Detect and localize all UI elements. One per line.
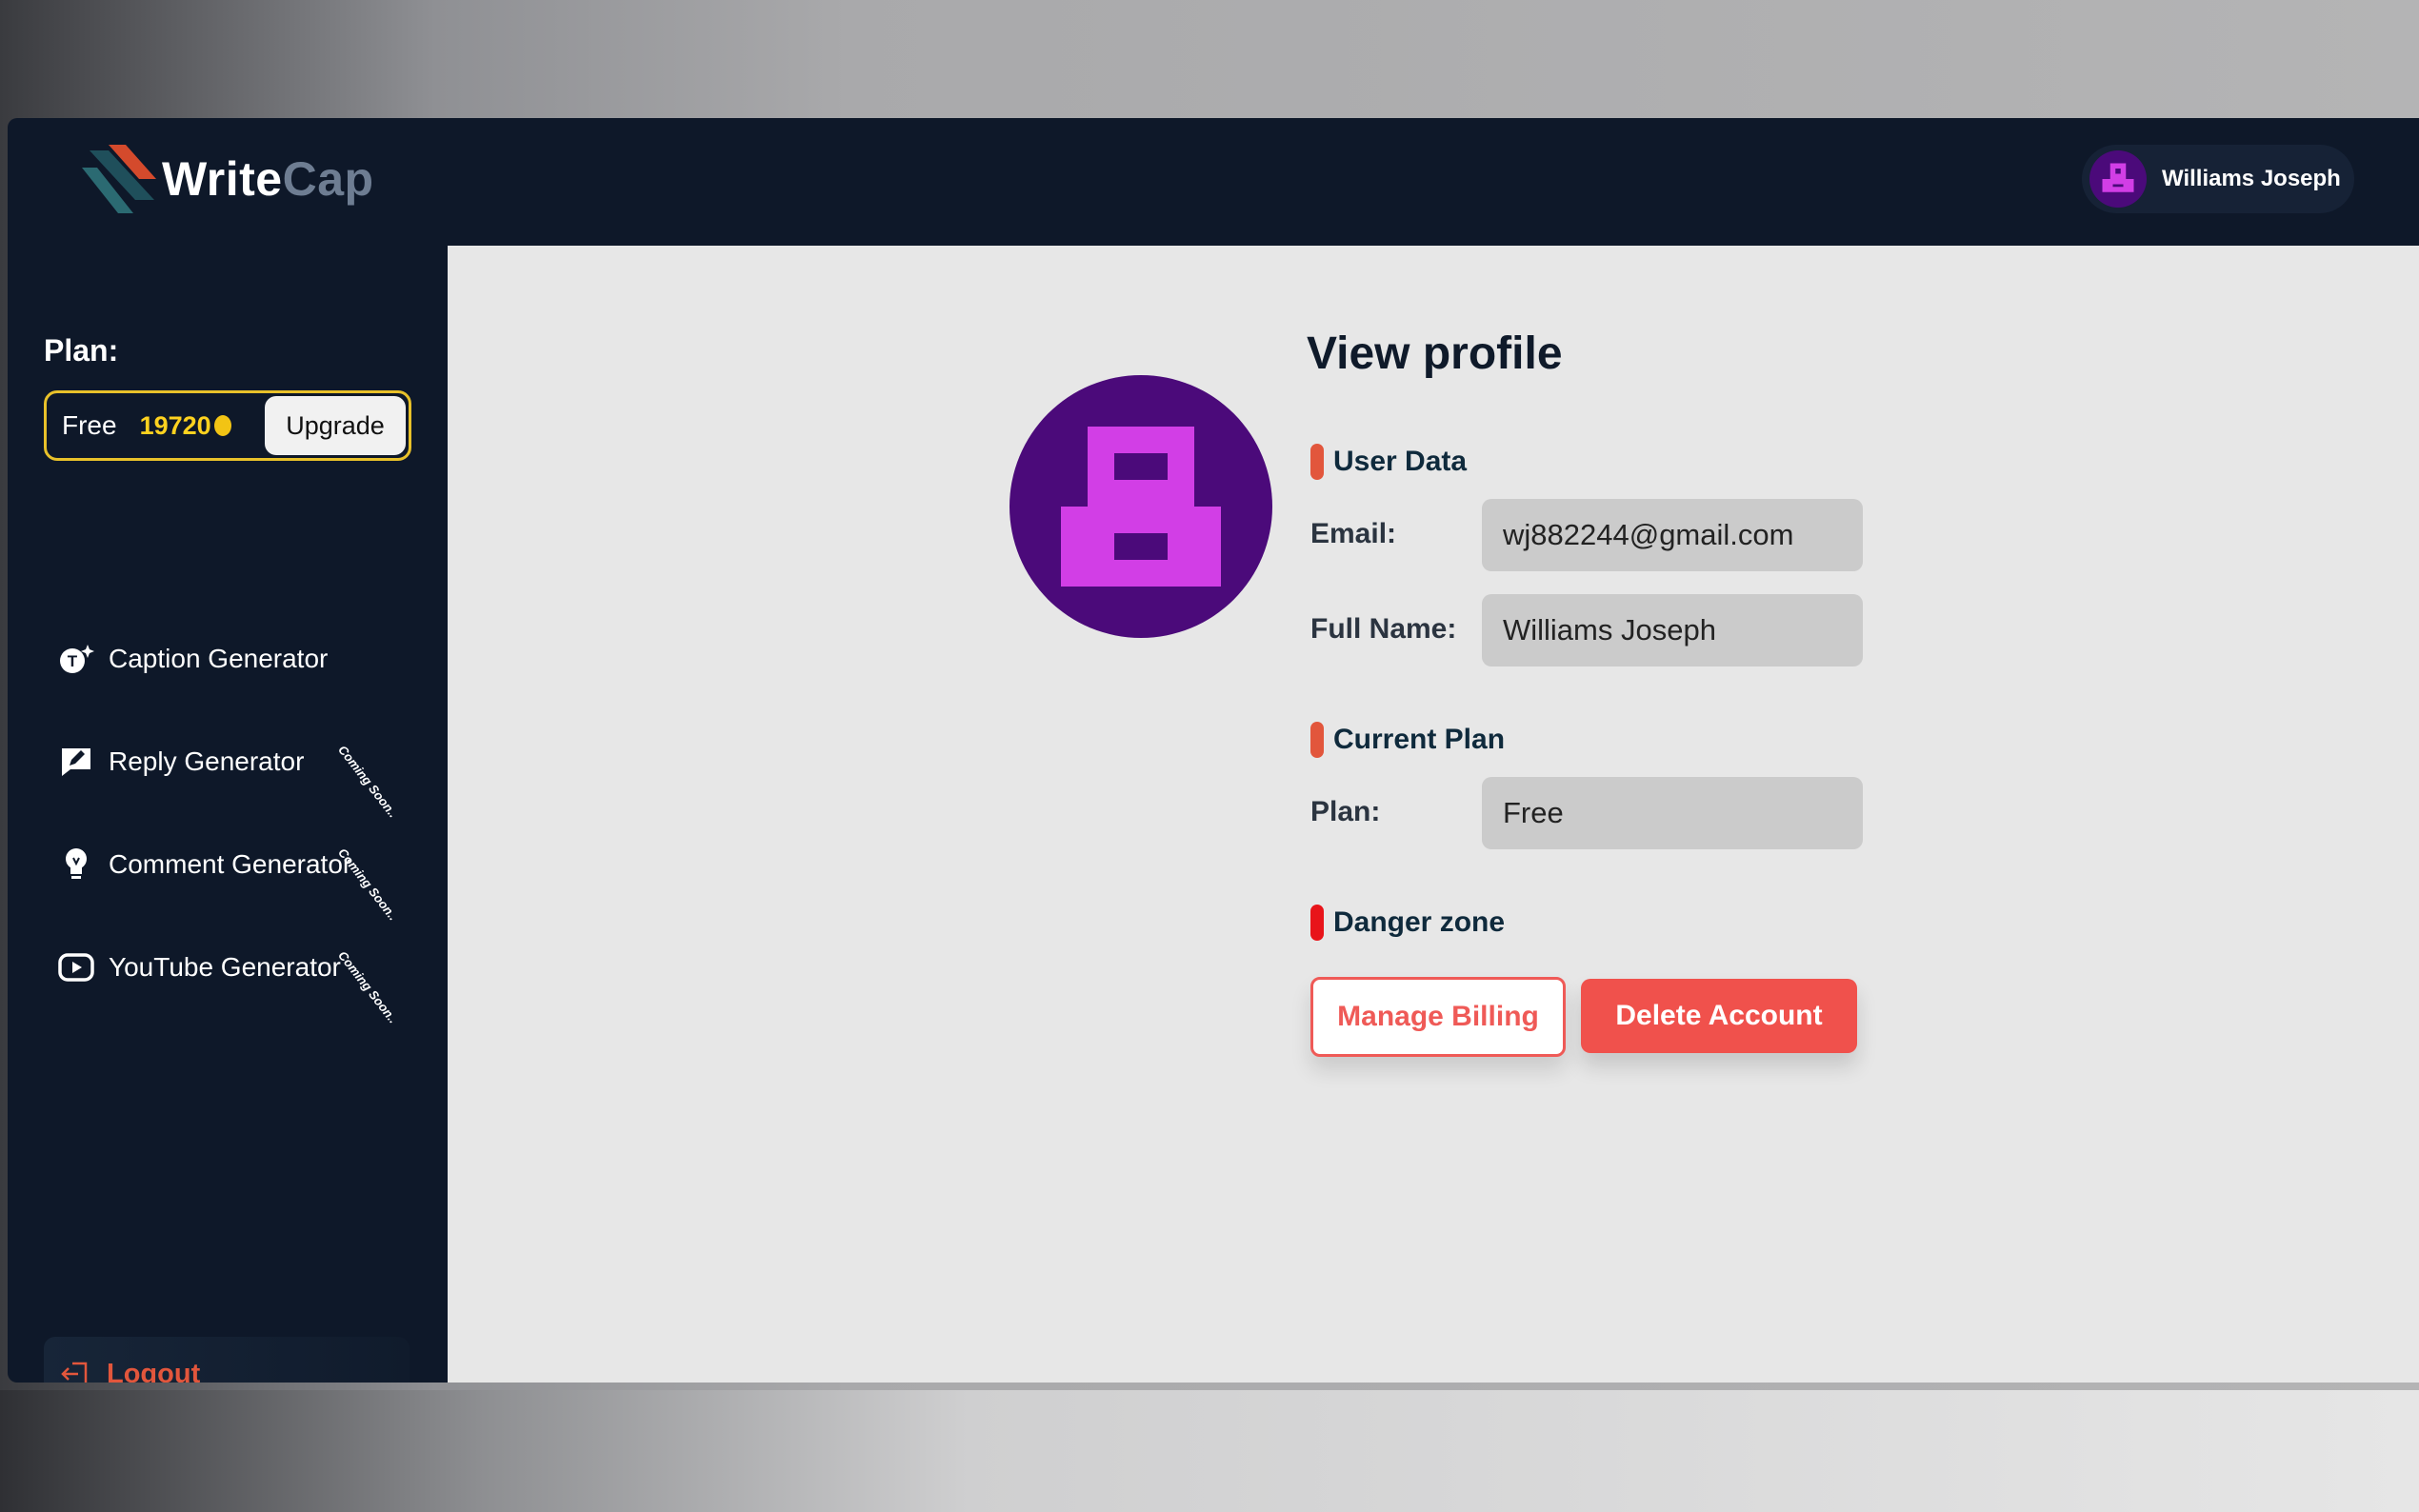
email-label: Email: — [1310, 518, 1397, 549]
page-title: View profile — [1307, 328, 1563, 379]
section-current-plan: Current Plan — [1310, 722, 1505, 758]
lightbulb-icon — [57, 846, 95, 884]
caption-sparkle-icon: T — [57, 640, 95, 678]
fullname-label: Full Name: — [1310, 613, 1457, 645]
plan-box: Free 19720 Upgrade — [44, 390, 411, 461]
fullname-field[interactable]: Williams Joseph — [1482, 594, 1863, 666]
coin-icon — [213, 414, 231, 436]
manage-billing-button[interactable]: Manage Billing — [1310, 977, 1566, 1057]
youtube-icon — [57, 948, 95, 986]
logout-label: Logout — [107, 1358, 201, 1383]
app-name: WriteCap — [162, 152, 374, 206]
desktop-background — [0, 1390, 2419, 1512]
app-window: WriteCap Williams Joseph Plan: Free 1972… — [8, 118, 2419, 1383]
profile-avatar — [1010, 375, 1272, 638]
sidebar-item-label: Reply Generator — [109, 746, 305, 776]
section-marker — [1310, 905, 1324, 941]
logo-mark-icon — [82, 145, 156, 213]
delete-account-button[interactable]: Delete Account — [1581, 979, 1857, 1053]
logout-icon — [61, 1362, 88, 1383]
sidebar: Plan: Free 19720 Upgrade T Caption Gener… — [8, 246, 448, 1383]
sidebar-item-label: YouTube Generator — [109, 952, 341, 982]
sidebar-item-label: Caption Generator — [109, 644, 329, 673]
identicon-icon — [2102, 163, 2134, 192]
edit-reply-icon — [57, 743, 95, 781]
main-content: View profile User Data Email: wj882244@g… — [448, 246, 2419, 1383]
section-marker — [1310, 722, 1324, 758]
svg-text:T: T — [68, 652, 78, 670]
upgrade-button[interactable]: Upgrade — [265, 396, 406, 455]
logout-button[interactable]: Logout — [44, 1337, 410, 1383]
section-marker — [1310, 444, 1324, 480]
top-header: WriteCap Williams Joseph — [8, 118, 2419, 246]
plan-label: Plan: — [44, 333, 119, 368]
user-menu[interactable]: Williams Joseph — [2082, 145, 2354, 213]
app-logo[interactable]: WriteCap — [80, 141, 374, 217]
avatar — [2089, 150, 2147, 208]
sidebar-item-caption-generator[interactable]: T Caption Generator — [57, 630, 419, 687]
section-danger-zone: Danger zone — [1310, 905, 1505, 941]
section-user-data: User Data — [1310, 444, 1467, 480]
sidebar-item-label: Comment Generator — [109, 849, 352, 879]
plan-field[interactable]: Free — [1482, 777, 1863, 849]
credits-count: 19720 — [140, 411, 231, 441]
user-name: Williams Joseph — [2162, 166, 2341, 191]
plan-name: Free — [62, 410, 117, 440]
email-field[interactable]: wj882244@gmail.com — [1482, 499, 1863, 571]
identicon-icon — [1061, 427, 1221, 587]
plan-field-label: Plan: — [1310, 796, 1381, 827]
